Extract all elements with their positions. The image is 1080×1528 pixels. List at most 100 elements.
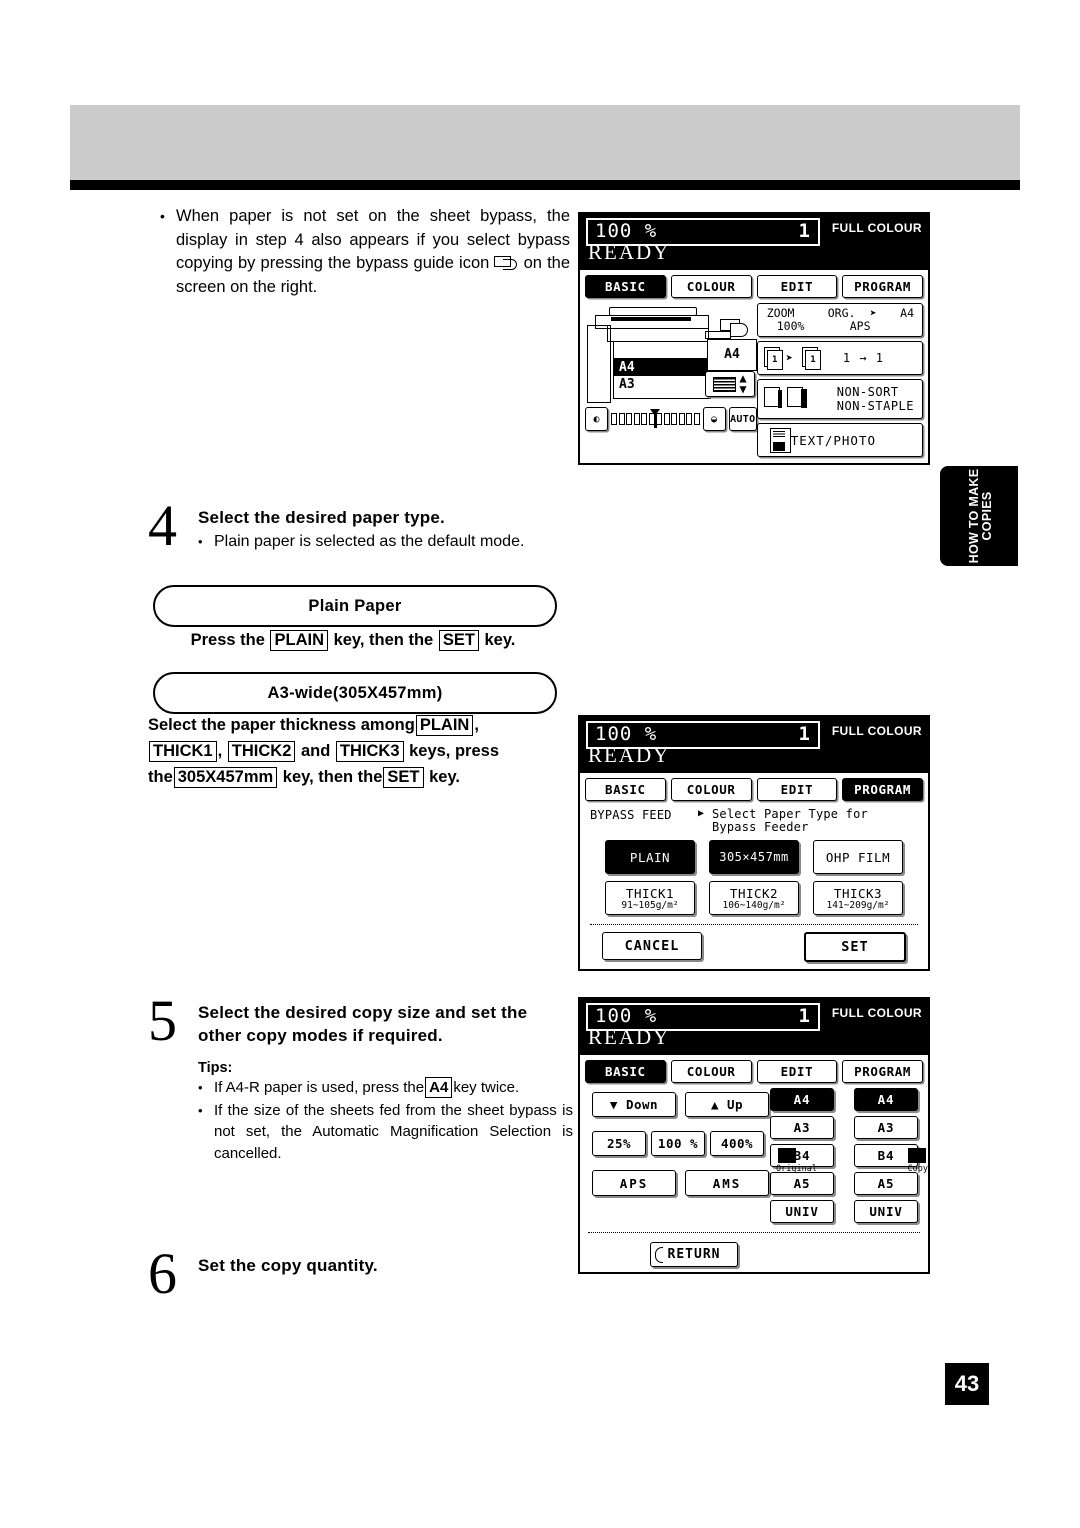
zoom-value: 100%	[776, 319, 805, 333]
side-tab-label: HOW TO MAKE COPIES	[967, 468, 994, 564]
exposure-auto-button[interactable]: AUTO	[728, 407, 757, 431]
copy-size-univ-button[interactable]: UNIV	[854, 1200, 918, 1223]
tab-program[interactable]: PROGRAM	[842, 778, 923, 801]
copy-size-a4-button[interactable]: A4	[854, 1088, 918, 1111]
cancel-button[interactable]: CANCEL	[602, 932, 702, 960]
paper-size-305x457-button[interactable]: 305×457mm	[709, 840, 799, 874]
zoom-100-button[interactable]: 100 %	[651, 1131, 705, 1156]
tab-colour[interactable]: COLOUR	[670, 1060, 752, 1083]
exposure-control-row[interactable]: ◐ ◒ AUTO	[585, 407, 757, 431]
cassette-list[interactable]: A4 A3	[613, 341, 711, 399]
tab-program[interactable]: PROGRAM	[842, 1060, 923, 1083]
paper-type-plain-button[interactable]: PLAIN	[605, 840, 695, 874]
duplex-page-icon: 1	[801, 346, 821, 370]
key-a4: A4	[425, 1077, 453, 1098]
ams-button[interactable]: AMS	[685, 1170, 769, 1196]
original-size-a3-button[interactable]: A3	[770, 1116, 834, 1139]
copy-quantity: 1	[798, 220, 810, 242]
lcd-status-bar: 100 % 1 FULL COLOUR READY	[580, 214, 928, 270]
zoom-400-button[interactable]: 400%	[710, 1131, 764, 1156]
tab-basic[interactable]: BASIC	[585, 778, 666, 801]
paper-type-thick1-weight: 91~105g/m²	[621, 899, 679, 911]
return-button-label: RETURN	[667, 1247, 721, 1262]
cassette-row-empty[interactable]	[614, 342, 710, 359]
arrow-right-icon: ➤	[869, 306, 877, 320]
copy-paper-icon	[908, 1148, 926, 1163]
paper-density-button[interactable]: ▲ ▼	[705, 371, 755, 397]
finishing-line-1: NON-SORT	[836, 385, 899, 399]
a3-instr-l3-mid: key, then the	[282, 768, 383, 786]
page-number: 43	[945, 1363, 989, 1405]
arrow-right-icon: ➤	[785, 351, 793, 365]
paper-type-ohp-film-button[interactable]: OHP FILM	[813, 840, 903, 874]
step-4-title: Select the desired paper type.	[198, 508, 445, 527]
lcd-panel-basic-screen[interactable]: 100 % 1 FULL COLOUR READY BASIC COLOUR E…	[578, 212, 930, 465]
simplex-page-icon: 1	[763, 346, 783, 370]
copy-size-a3-button[interactable]: A3	[854, 1116, 918, 1139]
colour-mode-label: FULL COLOUR	[831, 724, 922, 738]
tab-edit[interactable]: EDIT	[756, 1060, 838, 1083]
original-size-a4-button[interactable]: A4	[770, 1088, 834, 1111]
exposure-marker-bar	[653, 413, 657, 428]
sort-page-icon	[763, 387, 784, 411]
tab-basic[interactable]: BASIC	[585, 275, 666, 298]
tab-colour[interactable]: COLOUR	[670, 778, 752, 801]
cassette-row-a3[interactable]: A3	[614, 376, 710, 393]
copy-size-a5-button[interactable]: A5	[854, 1172, 918, 1195]
step-6-number: 6	[148, 1241, 177, 1306]
paper-type-row-2: THICK1 91~105g/m² THICK2 106~140g/m² THI…	[605, 881, 903, 915]
tab-colour[interactable]: COLOUR	[670, 275, 752, 298]
exposure-darker-button[interactable]: ◒	[702, 407, 726, 431]
duplex-mode-label: 1 → 1	[842, 351, 884, 365]
status-text: READY	[588, 743, 671, 767]
output-paper-size: A4	[707, 339, 757, 371]
original-size-univ-button[interactable]: UNIV	[770, 1200, 834, 1223]
tips-header: Tips:	[198, 1060, 233, 1076]
density-lines-icon	[713, 376, 737, 392]
original-mode-label: TEXT/PHOTO	[790, 432, 876, 448]
finishing-mode-button[interactable]: NON-SORT NON-STAPLE	[756, 379, 923, 419]
zoom-25-button[interactable]: 25%	[592, 1131, 646, 1156]
paper-type-thick1-button[interactable]: THICK1 91~105g/m²	[605, 881, 695, 915]
key-set: SET	[383, 767, 424, 788]
key-set: SET	[438, 630, 479, 651]
tab-edit[interactable]: EDIT	[756, 778, 838, 801]
original-mode-button[interactable]: TEXT/PHOTO	[756, 423, 923, 457]
tab-edit[interactable]: EDIT	[756, 275, 838, 298]
paper-type-thick2-button[interactable]: THICK2 106~140g/m²	[709, 881, 799, 915]
return-button[interactable]: RETURN	[650, 1242, 738, 1267]
paper-type-thick2-label: THICK2	[729, 885, 779, 901]
lcd-panel-copy-size[interactable]: 100 % 1 FULL COLOUR READY BASIC COLOUR E…	[578, 997, 930, 1274]
cassette-row-a4[interactable]: A4	[614, 359, 710, 376]
bypass-guide-icon[interactable]	[720, 319, 748, 337]
copy-quantity: 1	[798, 723, 810, 745]
step-5: 5 Select the desired copy size and set t…	[148, 992, 573, 1164]
duplex-mode-button[interactable]: 1 ➤ 1 1 → 1	[756, 341, 923, 375]
status-text: READY	[588, 1025, 671, 1049]
original-column-label: Original	[776, 1164, 817, 1174]
a3-instr-mid: and	[300, 742, 331, 760]
zoom-up-button[interactable]: ▲ Up	[685, 1092, 769, 1117]
exposure-lighter-button[interactable]: ◐	[585, 407, 609, 431]
paper-type-thick3-label: THICK3	[833, 885, 883, 901]
text-photo-icon	[769, 427, 791, 453]
zoom-aps-button[interactable]: ZOOM 100% ORG. APS A4 ➤	[756, 303, 923, 337]
lcd-tab-row: BASIC COLOUR EDIT PROGRAM	[580, 1055, 928, 1086]
a3-instr-l2-post: keys, press	[409, 742, 499, 760]
aps-button[interactable]: APS	[592, 1170, 676, 1196]
key-305x457mm: 305X457mm	[173, 767, 278, 788]
stack-page-icon	[786, 387, 807, 411]
bullet-glyph: •	[160, 208, 165, 224]
key-thick3: THICK3	[335, 741, 404, 762]
set-button[interactable]: SET	[804, 932, 906, 962]
exposure-scale[interactable]	[611, 409, 700, 428]
copier-illustration-area[interactable]: A4 A3 A4 ▲ ▼ ◐ ◒ AUTO	[585, 303, 757, 443]
tab-program[interactable]: PROGRAM	[842, 275, 923, 298]
lcd-panel-bypass-paper-type[interactable]: 100 % 1 FULL COLOUR READY BASIC COLOUR E…	[578, 715, 930, 971]
tab-basic[interactable]: BASIC	[585, 1060, 666, 1083]
original-size-a5-button[interactable]: A5	[770, 1172, 834, 1195]
original-size: A4	[900, 306, 914, 320]
tip-1-post: key twice.	[453, 1079, 520, 1096]
zoom-down-button[interactable]: ▼ Down	[592, 1092, 676, 1117]
paper-type-thick3-button[interactable]: THICK3 141~209g/m²	[813, 881, 903, 915]
